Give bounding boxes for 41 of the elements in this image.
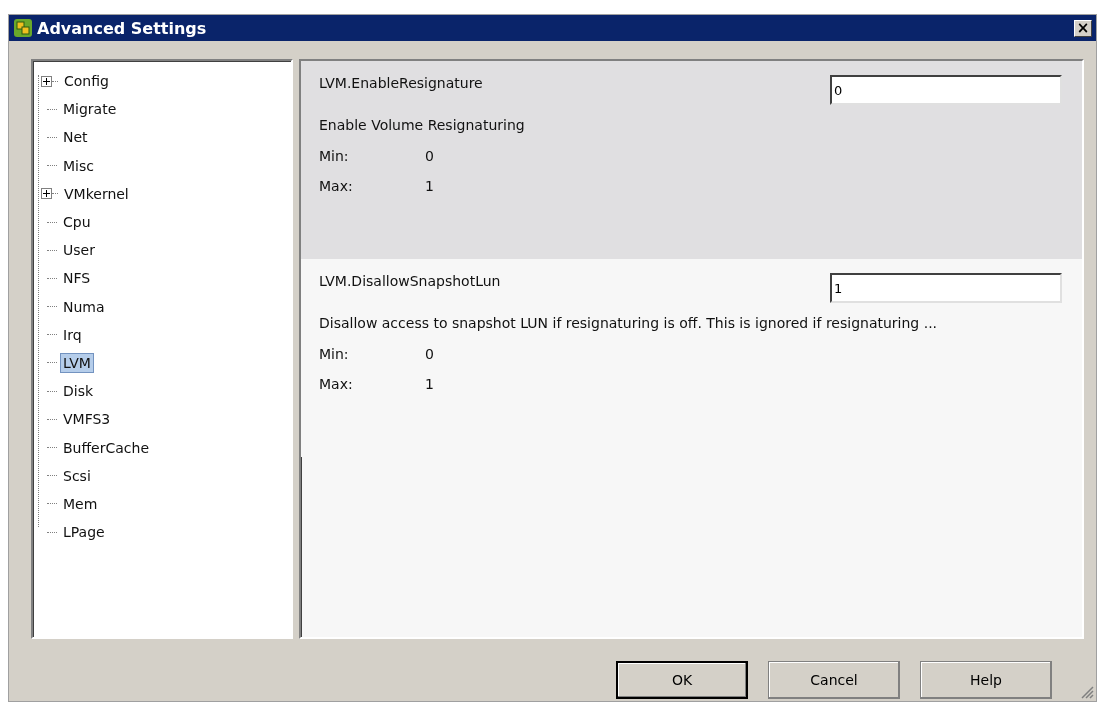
- min-value: 0: [425, 148, 434, 164]
- dialog-button[interactable]: Help: [920, 661, 1052, 699]
- value-field[interactable]: 0: [830, 75, 1062, 105]
- expand-icon[interactable]: [41, 188, 52, 200]
- tree-item[interactable]: Migrate: [60, 99, 120, 120]
- max-label: Max:: [319, 178, 354, 194]
- setting-description: Disallow access to snapshot LUN if resignaturing is off. This is ignored if resignaturing ...: [319, 315, 939, 331]
- tree-item[interactable]: Net: [60, 127, 91, 148]
- tree-item[interactable]: BufferCache: [60, 437, 153, 458]
- tree-item[interactable]: LPage: [60, 522, 108, 543]
- tree-item[interactable]: Irq: [60, 324, 85, 345]
- tree-item[interactable]: VMFS3: [60, 409, 114, 430]
- tree-item[interactable]: Misc: [60, 155, 97, 176]
- tree-item[interactable]: Config: [61, 71, 112, 92]
- resize-grip-icon[interactable]: [1080, 685, 1094, 699]
- dialog-button[interactable]: Cancel: [768, 661, 900, 699]
- tree-item[interactable]: NFS: [60, 268, 94, 289]
- max-value: 1: [425, 376, 434, 392]
- app-logo-icon: [13, 18, 33, 38]
- min-label: Min:: [319, 148, 350, 164]
- value-field[interactable]: 1: [830, 273, 1062, 303]
- setting-name: LVM.DisallowSnapshotLun: [319, 273, 502, 289]
- setting-name: LVM.EnableResignature: [319, 75, 484, 91]
- tree-item[interactable]: Cpu: [60, 212, 94, 233]
- close-button[interactable]: ×: [1074, 19, 1092, 37]
- setting-description: Enable Volume Resignaturing: [319, 117, 526, 133]
- tree-item[interactable]: Disk: [60, 381, 97, 402]
- min-value: 0: [425, 346, 434, 362]
- window-title: Advanced Settings: [37, 18, 208, 38]
- dialog-button[interactable]: OK: [616, 661, 748, 699]
- tree-item[interactable]: Scsi: [60, 465, 94, 486]
- setting-row[interactable]: LVM.EnableResignature 0 Enable Volume Resignaturing Min: 0 Max: 1: [301, 61, 1082, 259]
- expand-icon[interactable]: [41, 75, 52, 87]
- max-value: 1: [425, 178, 434, 194]
- tree-item[interactable]: VMkernel: [61, 183, 132, 204]
- tree-item[interactable]: Mem: [60, 493, 101, 514]
- tree-item[interactable]: Numa: [60, 296, 108, 317]
- tree-item[interactable]: User: [60, 240, 98, 261]
- max-label: Max:: [319, 376, 354, 392]
- tree-item[interactable]: LVM: [60, 352, 94, 373]
- min-label: Min:: [319, 346, 350, 362]
